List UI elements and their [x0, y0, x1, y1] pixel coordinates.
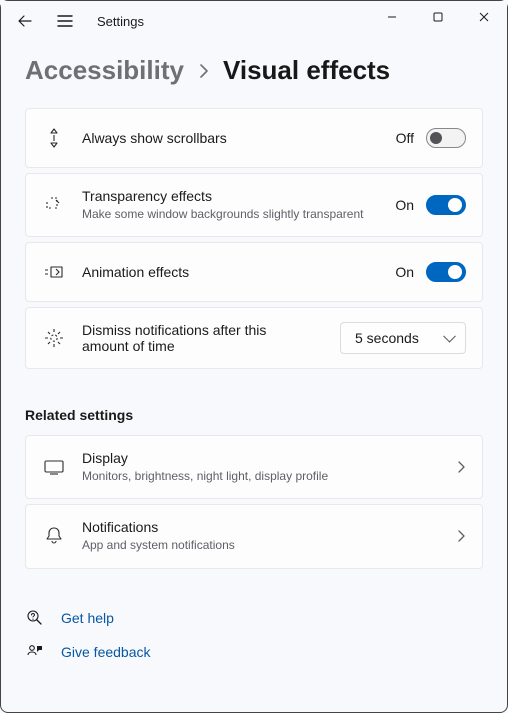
toggle-state-label: On [395, 264, 414, 280]
related-item-label: Notifications [82, 519, 440, 535]
page-title: Visual effects [223, 55, 390, 86]
setting-dismiss-notifications: Dismiss notifications after this amount … [25, 307, 483, 369]
related-item-description: App and system notifications [82, 537, 440, 553]
maximize-icon [433, 12, 443, 22]
toggle-state-label: Off [396, 130, 414, 146]
feedback-icon [26, 643, 44, 661]
chevron-right-icon [456, 460, 466, 474]
minimize-icon [387, 12, 397, 22]
related-display[interactable]: Display Monitors, brightness, night ligh… [25, 435, 483, 499]
display-icon [43, 459, 65, 475]
setting-label: Transparency effects [82, 188, 379, 204]
menu-button[interactable] [47, 3, 83, 39]
back-button[interactable] [7, 3, 43, 39]
hamburger-icon [57, 14, 73, 28]
help-link-label: Give feedback [61, 644, 151, 660]
window-controls [369, 1, 507, 33]
setting-scrollbars: Always show scrollbars Off [25, 108, 483, 168]
setting-animation: Animation effects On [25, 242, 483, 302]
minimize-button[interactable] [369, 1, 415, 33]
scrollbar-icon [46, 127, 62, 149]
setting-label: Always show scrollbars [82, 130, 380, 146]
transparency-icon [44, 195, 64, 215]
transparency-toggle[interactable] [426, 195, 466, 215]
setting-description: Make some window backgrounds slightly tr… [82, 206, 379, 222]
chevron-right-icon [456, 529, 466, 543]
help-icon [26, 609, 44, 627]
setting-transparency: Transparency effects Make some window ba… [25, 173, 483, 237]
scrollbars-toggle[interactable] [426, 128, 466, 148]
dropdown-value: 5 seconds [355, 330, 419, 346]
related-notifications[interactable]: Notifications App and system notificatio… [25, 504, 483, 568]
chevron-right-icon [198, 62, 209, 80]
animation-toggle[interactable] [426, 262, 466, 282]
related-item-label: Display [82, 450, 440, 466]
related-settings-header: Related settings [25, 407, 483, 423]
help-link-label: Get help [61, 610, 114, 626]
give-feedback-link[interactable]: Give feedback [25, 643, 483, 661]
animation-icon [43, 264, 65, 280]
close-icon [479, 12, 489, 22]
brightness-icon [43, 327, 65, 349]
breadcrumb: Accessibility Visual effects [25, 55, 483, 86]
breadcrumb-parent[interactable]: Accessibility [25, 55, 184, 86]
close-button[interactable] [461, 1, 507, 33]
get-help-link[interactable]: Get help [25, 609, 483, 627]
bell-icon [45, 526, 63, 546]
setting-label: Animation effects [82, 264, 379, 280]
toggle-state-label: On [395, 197, 414, 213]
back-arrow-icon [17, 13, 33, 29]
maximize-button[interactable] [415, 1, 461, 33]
dismiss-time-dropdown[interactable]: 5 seconds [340, 322, 466, 354]
window-title: Settings [97, 14, 144, 29]
related-item-description: Monitors, brightness, night light, displ… [82, 468, 440, 484]
setting-label: Dismiss notifications after this amount … [82, 322, 292, 354]
